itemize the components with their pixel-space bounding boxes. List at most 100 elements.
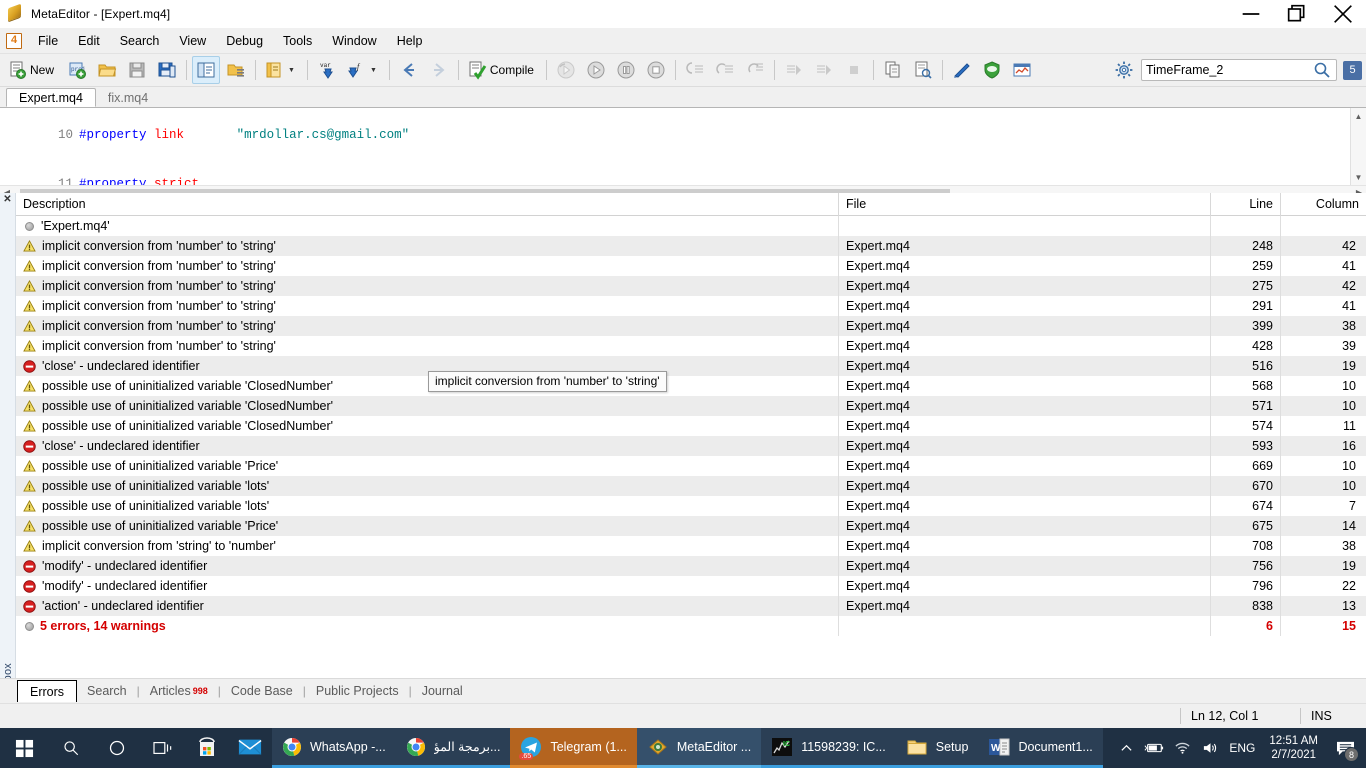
- table-row[interactable]: 'modify' - undeclared identifierExpert.m…: [16, 556, 1366, 576]
- function-caret-icon[interactable]: ▼: [370, 67, 377, 74]
- taskbar-item-setup[interactable]: Setup: [896, 728, 979, 768]
- close-icon[interactable]: ✕: [3, 193, 11, 205]
- step-over-button[interactable]: [711, 56, 739, 84]
- save-button[interactable]: [123, 56, 151, 84]
- save-all-button[interactable]: [153, 56, 181, 84]
- mql-cloud-button[interactable]: [978, 56, 1006, 84]
- navigate-forward-button[interactable]: [425, 56, 453, 84]
- search-icon[interactable]: [1312, 60, 1332, 80]
- column-header-file[interactable]: File: [838, 193, 1210, 216]
- run-to-cursor-alt-button[interactable]: [810, 56, 838, 84]
- debug-start-button[interactable]: [582, 56, 610, 84]
- language-indicator[interactable]: ENG: [1225, 728, 1259, 768]
- taskbar-item-mail[interactable]: [228, 728, 272, 768]
- documentation-search-box[interactable]: [1141, 59, 1337, 81]
- code-editor[interactable]: 10#property link "mrdollar.cs@gmail.com"…: [0, 107, 1366, 185]
- table-row[interactable]: implicit conversion from 'number' to 'st…: [16, 316, 1366, 336]
- taskbar-item-chrome-arabic[interactable]: برمجة المؤ...: [396, 728, 511, 768]
- style-button[interactable]: [948, 56, 976, 84]
- menu-help[interactable]: Help: [387, 30, 433, 52]
- menu-file[interactable]: File: [28, 30, 68, 52]
- table-row[interactable]: possible use of uninitialized variable '…: [16, 496, 1366, 516]
- table-row[interactable]: 'modify' - undeclared identifierExpert.m…: [16, 576, 1366, 596]
- table-row[interactable]: 'action' - undeclared identifierExpert.m…: [16, 596, 1366, 616]
- table-row[interactable]: implicit conversion from 'number' to 'st…: [16, 336, 1366, 356]
- menu-debug[interactable]: Debug: [216, 30, 273, 52]
- code-text-area[interactable]: 10#property link "mrdollar.cs@gmail.com"…: [0, 108, 1350, 185]
- debug-restart-button[interactable]: [552, 56, 580, 84]
- insert-function-button[interactable]: f ▼: [343, 56, 384, 84]
- debug-stop-button[interactable]: [642, 56, 670, 84]
- clock[interactable]: 12:51 AM 2/7/2021: [1261, 728, 1326, 768]
- table-row[interactable]: possible use of uninitialized variable '…: [16, 456, 1366, 476]
- scroll-up-icon[interactable]: ▲: [1351, 108, 1366, 124]
- task-view-icon[interactable]: [140, 728, 186, 768]
- table-row[interactable]: implicit conversion from 'number' to 'st…: [16, 296, 1366, 316]
- menu-view[interactable]: View: [169, 30, 216, 52]
- notification-center-icon[interactable]: 8: [1328, 728, 1362, 768]
- table-row[interactable]: implicit conversion from 'number' to 'st…: [16, 236, 1366, 256]
- table-row[interactable]: implicit conversion from 'number' to 'st…: [16, 256, 1366, 276]
- table-row[interactable]: possible use of uninitialized variable '…: [16, 416, 1366, 436]
- tab-code-base[interactable]: Code Base: [221, 682, 303, 700]
- step-into-button[interactable]: [681, 56, 709, 84]
- menu-edit[interactable]: Edit: [68, 30, 110, 52]
- maximize-button[interactable]: [1274, 0, 1320, 28]
- tab-articles[interactable]: Articles998: [140, 682, 218, 700]
- stop-debug-button[interactable]: [840, 56, 868, 84]
- volume-icon[interactable]: [1197, 728, 1223, 768]
- table-row[interactable]: possible use of uninitialized variable '…: [16, 376, 1366, 396]
- tab-journal[interactable]: Journal: [412, 682, 473, 700]
- search-icon[interactable]: [48, 728, 94, 768]
- insert-variable-button[interactable]: var: [313, 56, 341, 84]
- table-row[interactable]: 5 errors, 14 warnings615: [16, 616, 1366, 636]
- navigate-back-button[interactable]: [395, 56, 423, 84]
- mql-community-badge[interactable]: 5: [1343, 61, 1362, 80]
- editor-tab-expert[interactable]: Expert.mq4: [6, 88, 96, 107]
- new-file-button[interactable]: New: [4, 56, 61, 84]
- taskbar-item-telegram[interactable]: .65 Telegram (1...: [510, 728, 636, 768]
- table-row[interactable]: possible use of uninitialized variable '…: [16, 516, 1366, 536]
- taskbar-item-word[interactable]: W Document1...: [978, 728, 1102, 768]
- close-button[interactable]: [1320, 0, 1366, 28]
- search-settings-button[interactable]: [1110, 56, 1138, 84]
- table-row[interactable]: 'Expert.mq4': [16, 216, 1366, 236]
- open-chart-button[interactable]: [1008, 56, 1036, 84]
- table-row[interactable]: possible use of uninitialized variable '…: [16, 396, 1366, 416]
- table-row[interactable]: implicit conversion from 'number' to 'st…: [16, 276, 1366, 296]
- table-row[interactable]: 'close' - undeclared identifierExpert.mq…: [16, 436, 1366, 456]
- errors-grid-body[interactable]: 'Expert.mq4'implicit conversion from 'nu…: [16, 216, 1366, 708]
- debug-pause-button[interactable]: [612, 56, 640, 84]
- cortana-circle-icon[interactable]: [94, 728, 140, 768]
- tab-search[interactable]: Search: [77, 682, 137, 700]
- properties-button[interactable]: ▼: [261, 56, 302, 84]
- table-row[interactable]: implicit conversion from 'string' to 'nu…: [16, 536, 1366, 556]
- tab-errors[interactable]: Errors: [17, 680, 77, 702]
- minimize-button[interactable]: [1228, 0, 1274, 28]
- compile-button[interactable]: Compile: [464, 56, 541, 84]
- column-header-column[interactable]: Column: [1280, 193, 1366, 216]
- menu-search[interactable]: Search: [110, 30, 170, 52]
- show-hidden-icons-icon[interactable]: [1113, 728, 1139, 768]
- column-header-description[interactable]: Description: [16, 193, 838, 216]
- editor-tab-fix[interactable]: fix.mq4: [96, 88, 160, 107]
- taskbar-item-whatsapp[interactable]: WhatsApp -...: [272, 728, 396, 768]
- toggle-toolbox-button[interactable]: [222, 56, 250, 84]
- copy-button[interactable]: [879, 56, 907, 84]
- taskbar-item-metaeditor[interactable]: MetaEditor ...: [637, 728, 761, 768]
- open-file-button[interactable]: [93, 56, 121, 84]
- column-header-line[interactable]: Line: [1210, 193, 1280, 216]
- toggle-navigator-button[interactable]: [192, 56, 220, 84]
- properties-caret-icon[interactable]: ▼: [288, 67, 295, 74]
- battery-icon[interactable]: [1141, 728, 1167, 768]
- search-input[interactable]: [1146, 63, 1312, 77]
- run-to-cursor-button[interactable]: [780, 56, 808, 84]
- windows-start-icon[interactable]: [0, 728, 48, 768]
- scroll-down-icon[interactable]: ▼: [1351, 169, 1366, 185]
- menu-window[interactable]: Window: [322, 30, 386, 52]
- code-vertical-scrollbar[interactable]: ▲ ▼: [1350, 108, 1366, 185]
- tab-public-projects[interactable]: Public Projects: [306, 682, 409, 700]
- step-out-button[interactable]: [741, 56, 769, 84]
- new-project-button[interactable]: proj: [63, 56, 91, 84]
- find-in-files-button[interactable]: [909, 56, 937, 84]
